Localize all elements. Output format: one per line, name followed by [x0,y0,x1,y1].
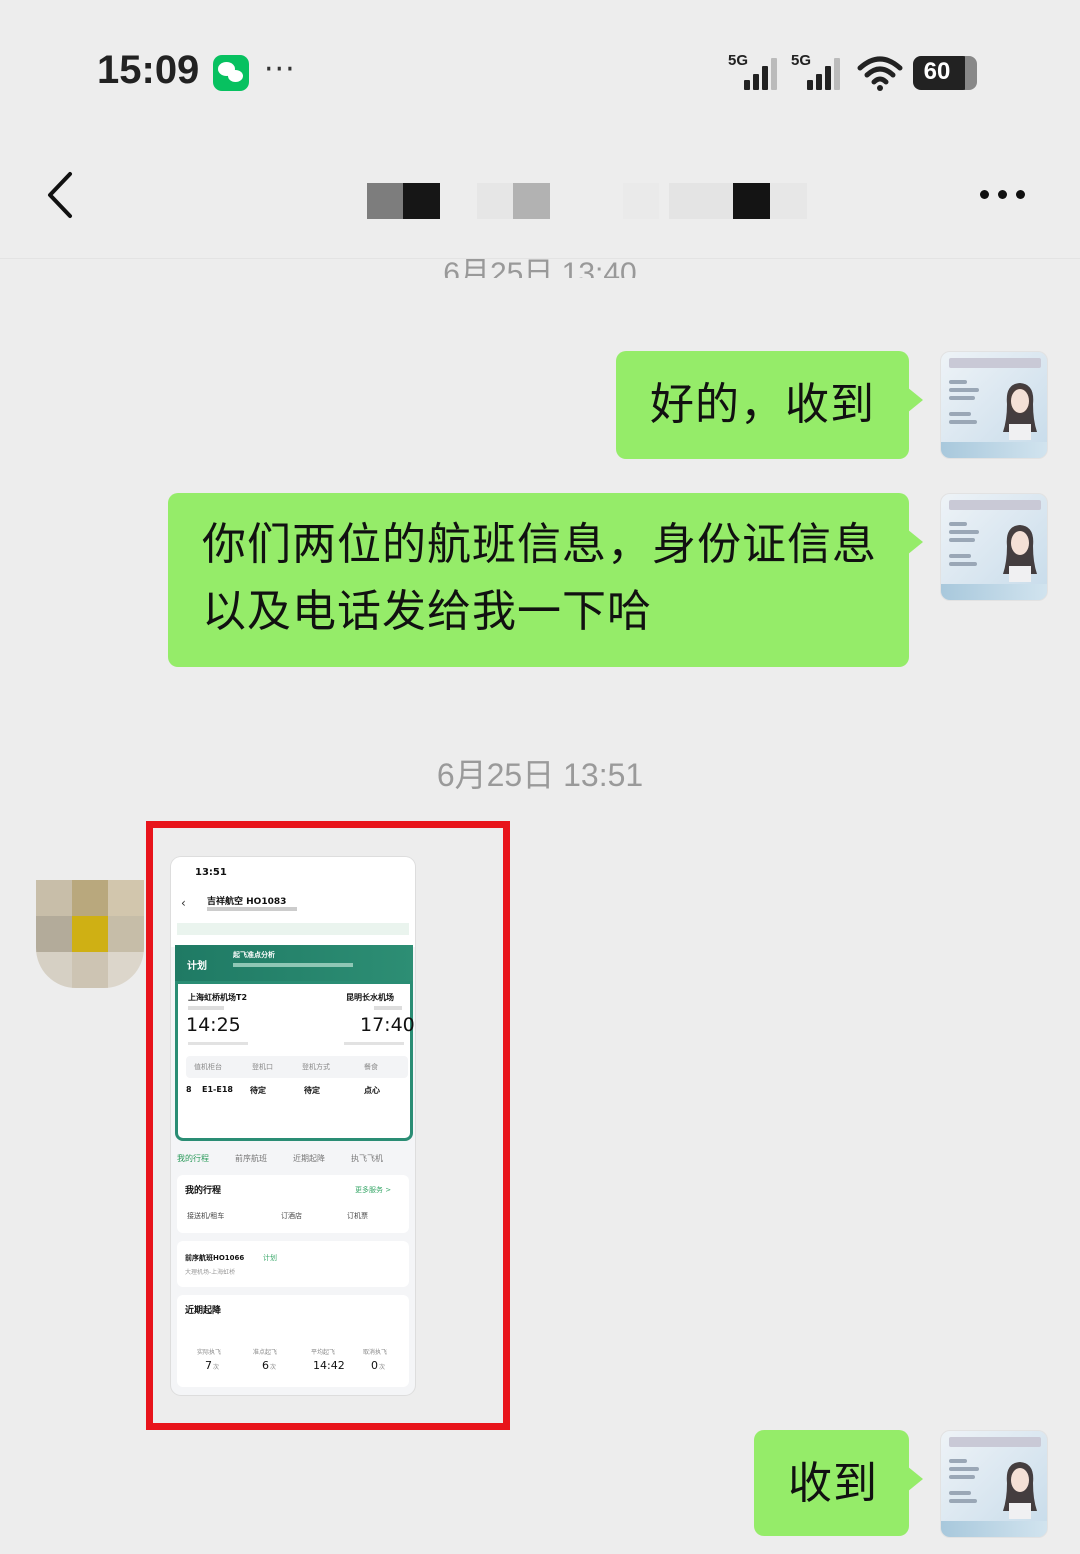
wifi-icon [857,56,903,91]
self-avatar[interactable] [940,1430,1048,1538]
self-avatar[interactable] [940,493,1048,601]
status-time: 15:09 [97,48,200,92]
message-text: 好的，收到 [650,379,875,430]
self-avatar[interactable] [940,351,1048,459]
message-bubble[interactable]: 收到 [754,1430,923,1536]
timestamp: 6月25日 13:51 [436,757,644,793]
message-text: 以及电话发给我一下哈 [202,586,652,637]
status-bar: 15:09 ··· 5G 5G 60 [0,0,1080,140]
signal-label: 5G [791,52,812,69]
battery-level: 60 [923,58,951,85]
message-bubble[interactable]: 好的，收到 [616,351,923,459]
message-text: 你们两位的航班信息，身份证信息 [202,519,877,570]
more-icon[interactable] [978,186,1028,206]
signal-icon: 5G [728,52,788,92]
timestamp-clipped: 6月25日 13:40 [443,257,637,278]
chevron-left-icon[interactable] [40,170,90,220]
battery-icon: 60 [913,56,977,90]
status-overflow: ··· [264,52,296,87]
highlight-frame [146,821,510,1430]
signal-label: 5G [728,52,749,69]
message-text: 收到 [788,1458,878,1509]
wechat-icon [213,55,249,91]
signal-icon: 5G [791,52,851,92]
message-bubble[interactable]: 你们两位的航班信息，身份证信息 以及电话发给我一下哈 [168,493,923,667]
contact-avatar[interactable] [36,880,144,988]
